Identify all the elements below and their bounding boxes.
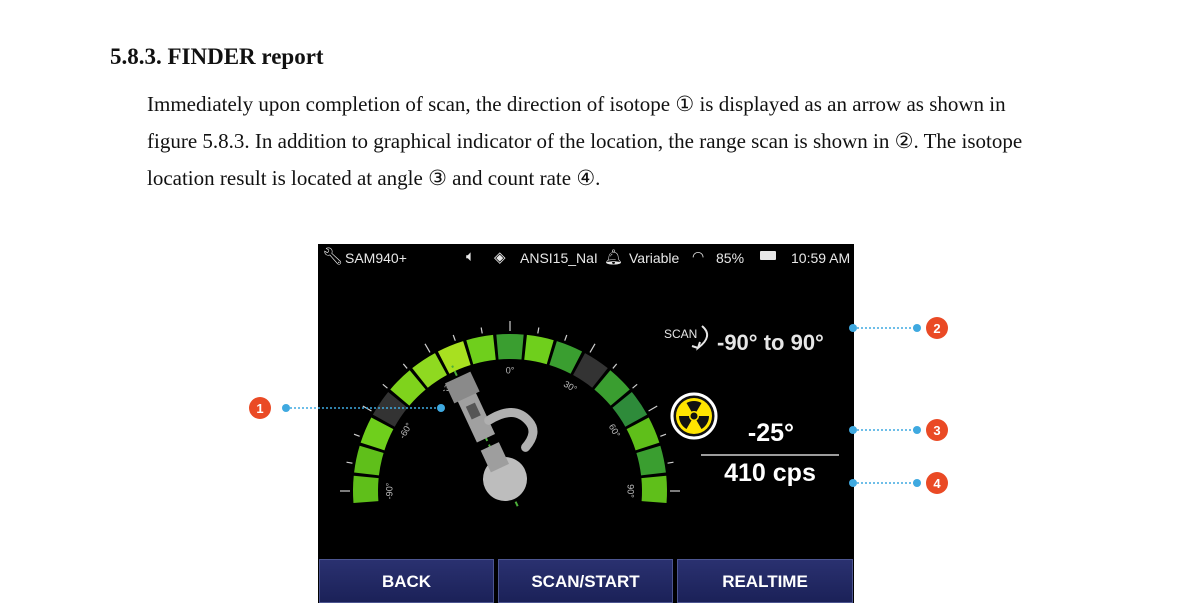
callout-3: 3 <box>849 419 948 441</box>
callout-layer: 1 2 3 4 <box>249 317 948 494</box>
callout-1-number: 1 <box>256 401 263 416</box>
callout-3-number: 3 <box>933 423 940 438</box>
callout-4: 4 <box>849 472 948 494</box>
callout-4-number: 4 <box>933 476 941 491</box>
callout-2-number: 2 <box>933 321 940 336</box>
callout-2: 2 <box>849 317 948 339</box>
callout-1: 1 <box>249 397 445 419</box>
